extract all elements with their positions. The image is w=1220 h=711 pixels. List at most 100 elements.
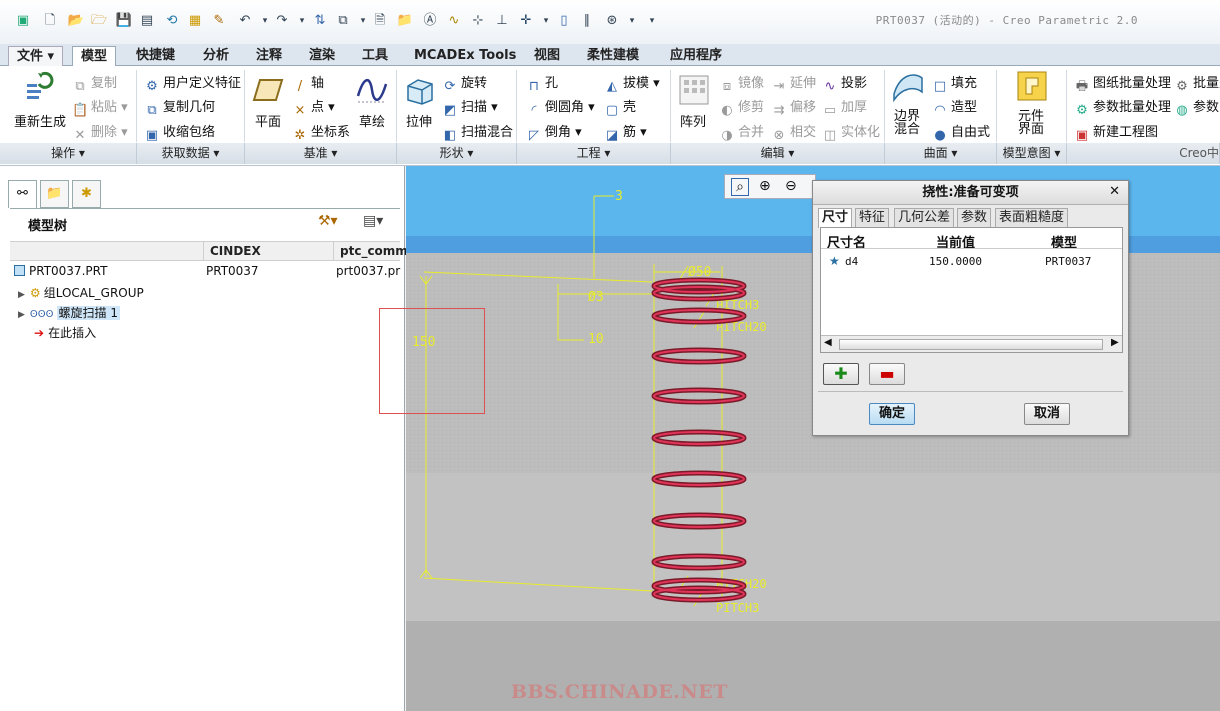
shell-button[interactable]: ▢ 壳 — [604, 96, 636, 119]
plane-button[interactable]: 平面 — [255, 111, 281, 130]
group-get-data[interactable]: 获取数据 ▾ — [137, 143, 245, 164]
dim-diameter-3[interactable]: Ø3 — [588, 290, 604, 305]
rib-button[interactable]: ◪ 筋 ▾ — [604, 121, 647, 144]
cylinder-icon[interactable]: ▯ — [555, 12, 573, 30]
tab-file[interactable]: 文件 ▾ — [8, 46, 64, 66]
folder-icon[interactable]: 📁 — [396, 12, 414, 30]
favorites-tab-icon[interactable]: ✱ — [72, 180, 101, 208]
pitch-3-bottom[interactable]: PITCH3 — [716, 601, 759, 615]
open-folder-icon[interactable]: 📂 — [67, 12, 85, 30]
tree-row-local-group[interactable]: ▶ ⚙ 组LOCAL_GROUP — [18, 284, 144, 301]
new-file-icon[interactable]: 🗋 — [41, 12, 59, 30]
tab-shortcuts[interactable]: 快捷键 — [128, 46, 183, 66]
chamfer-button[interactable]: ◸ 倒角 ▾ — [526, 121, 582, 144]
group-editing[interactable]: 编辑 ▾ — [671, 143, 885, 164]
param2-button[interactable]: ◍ 参数 — [1174, 96, 1219, 119]
thicken-button[interactable]: ▭ 加厚 — [822, 96, 867, 119]
document-icon[interactable]: 🗎 — [371, 12, 389, 30]
chevron-down-icon[interactable]: ▾ — [354, 12, 372, 30]
redo-icon[interactable]: ↷ — [273, 12, 291, 30]
tab-gtol[interactable]: 几何公差 — [894, 208, 955, 227]
copy-button[interactable]: ⧉ 复制 — [72, 72, 117, 95]
tab-tools[interactable]: 工具 — [354, 46, 396, 66]
regenerate-icon[interactable]: ⟲ — [163, 12, 181, 30]
scroll-right-icon[interactable]: ▶ — [1111, 337, 1119, 348]
dim-10[interactable]: 10 — [588, 332, 604, 347]
delete-button[interactable]: ✕ 删除 ▾ — [72, 121, 128, 144]
tab-applications[interactable]: 应用程序 — [662, 46, 730, 66]
udf-button[interactable]: ⚙ 用户定义特征 — [144, 72, 241, 95]
solidify-button[interactable]: ◫ 实体化 — [822, 121, 880, 144]
sketch-button[interactable]: 草绘 — [359, 111, 385, 130]
paste-button[interactable]: 📋 粘贴 ▾ — [72, 96, 128, 119]
intersect-button[interactable]: ⊗ 相交 — [771, 121, 816, 144]
creo-logo-icon[interactable]: ▣ — [14, 12, 32, 30]
fill-button[interactable]: □ 填充 — [932, 72, 977, 95]
group-surfaces[interactable]: 曲面 ▾ — [885, 143, 997, 164]
tab-dimensions[interactable]: 尺寸 — [818, 208, 853, 228]
expand-arrow-icon[interactable]: ▶ — [18, 310, 25, 320]
group-operations[interactable]: 操作 ▾ — [0, 143, 137, 164]
tree-row-insert-here[interactable]: ➔ 在此插入 — [34, 324, 96, 341]
dimension-row[interactable]: ★ d4 150.0000 PRT0037 — [821, 254, 1122, 270]
tab-features[interactable]: 特征 — [855, 208, 890, 227]
tab-model[interactable]: 模型 — [72, 46, 117, 67]
model-tree-tab-icon[interactable]: ⚯ — [8, 180, 37, 208]
component-interface-button[interactable]: 元件 界面 — [1018, 110, 1044, 136]
parallel-icon[interactable]: ∥ — [578, 12, 596, 30]
broom-icon[interactable]: ✎ — [210, 12, 228, 30]
tree-show-icon[interactable]: ▤▾ — [363, 213, 383, 229]
revolve-button[interactable]: ⟳ 旋转 — [442, 72, 487, 95]
tree-row-helical-sweep[interactable]: ▶ ʘʘʘ 螺旋扫描 1 — [18, 304, 120, 321]
tree-row-part[interactable]: PRT0037.PRT — [14, 264, 107, 278]
save-copy-icon[interactable]: ▤ — [138, 12, 156, 30]
regenerate-button[interactable]: 重新生成 — [14, 111, 66, 130]
undo-icon[interactable]: ↶ — [236, 12, 254, 30]
point-icon[interactable]: ⊹ — [469, 12, 487, 30]
column-cindex[interactable]: CINDEX — [210, 244, 261, 258]
folder-browser-tab-icon[interactable]: 📁 — [40, 180, 69, 208]
extend-button[interactable]: ⇥ 延伸 — [771, 72, 816, 95]
remove-button[interactable]: ▬ — [869, 363, 905, 385]
group-datum[interactable]: 基准 ▾ — [245, 143, 397, 164]
copy-geometry-button[interactable]: ⧉ 复制几何 — [144, 96, 215, 119]
trim-button[interactable]: ◐ 修剪 — [719, 96, 764, 119]
coord-icon[interactable]: ⊛ — [603, 12, 621, 30]
more-icon[interactable]: ▾ — [643, 12, 661, 30]
horizontal-scrollbar[interactable]: ◀ ▶ — [821, 335, 1122, 352]
round-button[interactable]: ◜ 倒圆角 ▾ — [526, 96, 594, 119]
chevron-down-icon[interactable]: ▾ — [537, 12, 555, 30]
tab-parameters[interactable]: 参数 — [957, 208, 992, 227]
tab-render[interactable]: 渲染 — [301, 46, 343, 66]
param-batch-button[interactable]: ⚙ 参数批量处理 — [1074, 96, 1171, 119]
open-icon[interactable]: 🗁 — [90, 12, 108, 30]
group-model-intent[interactable]: 模型意图 ▾ — [997, 143, 1067, 164]
shrinkwrap-button[interactable]: ▣ 收缩包络 — [144, 121, 215, 144]
save-icon[interactable]: 💾 — [115, 12, 133, 30]
axis-button[interactable]: / 轴 — [292, 72, 324, 95]
tab-surface-finish[interactable]: 表面粗糙度 — [995, 208, 1069, 227]
batch2-button[interactable]: ⚙批量处 — [1174, 72, 1220, 95]
boundary-blend-button[interactable]: 边界 混合 — [894, 110, 920, 136]
chevron-down-icon[interactable]: ▾ — [623, 12, 641, 30]
annotation-icon[interactable]: Ⓐ — [421, 12, 439, 30]
sweep-blend-button[interactable]: ◧ 扫描混合 — [442, 121, 513, 144]
pattern-button[interactable]: 阵列 — [680, 111, 706, 130]
close-icon[interactable]: ✕ — [1109, 184, 1120, 199]
hole-button[interactable]: ⊓ 孔 — [526, 72, 558, 95]
point-button[interactable]: × 点 ▾ — [292, 96, 335, 119]
chevron-down-icon[interactable]: ▾ — [293, 12, 311, 30]
regen-manager-icon[interactable]: ⇅ — [311, 12, 329, 30]
drawing-batch-button[interactable]: 🖶 图纸批量处理 — [1074, 72, 1171, 95]
tab-view[interactable]: 视图 — [526, 46, 568, 66]
csys-button[interactable]: ✲ 坐标系 — [292, 121, 350, 144]
plane-icon[interactable]: ⊥ — [493, 12, 511, 30]
new-drawing-button[interactable]: ▣ 新建工程图 — [1074, 121, 1158, 144]
add-button[interactable]: ✚ — [823, 363, 859, 385]
sweep-button[interactable]: ◩ 扫描 ▾ — [442, 96, 498, 119]
scroll-thumb[interactable] — [839, 339, 1103, 350]
style-button[interactable]: ◠ 造型 — [932, 96, 977, 119]
scroll-left-icon[interactable]: ◀ — [824, 337, 832, 348]
expand-arrow-icon[interactable]: ▶ — [18, 290, 25, 300]
tree-settings-icon[interactable]: ⚒▾ — [318, 213, 338, 229]
